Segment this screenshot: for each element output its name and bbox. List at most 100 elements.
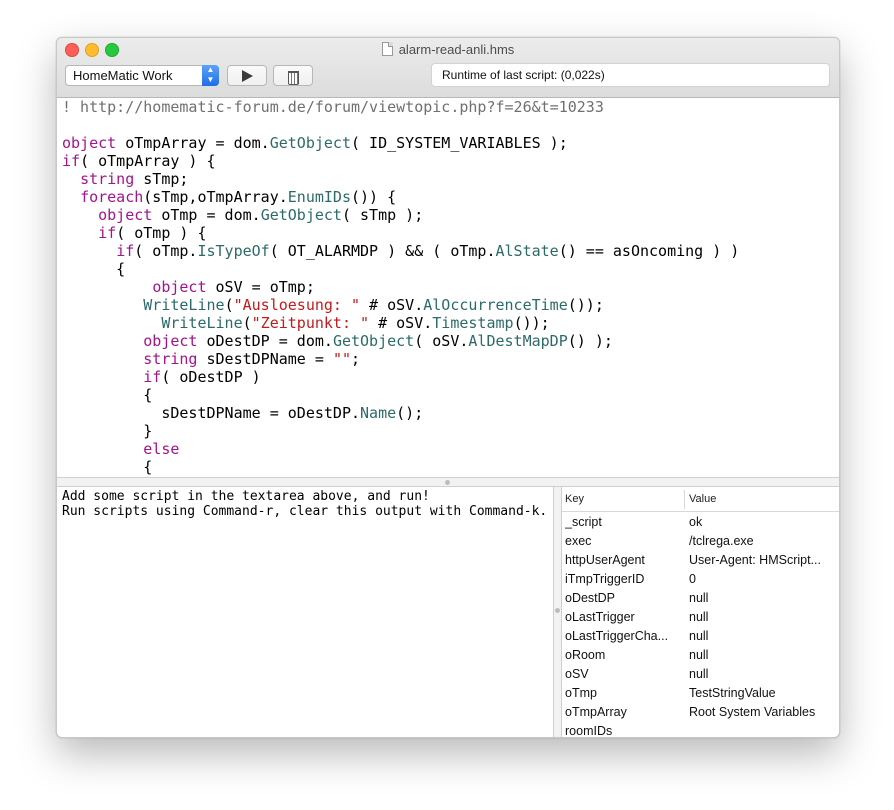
- code-line: WriteLine("Zeitpunkt: " # oSV.Timestamp(…: [62, 314, 839, 332]
- code-token: ( oSV.: [414, 332, 469, 350]
- variable-value: null: [689, 610, 709, 624]
- table-row[interactable]: roomIDs: [562, 722, 839, 737]
- table-row[interactable]: iTmpTriggerID 0: [562, 570, 839, 589]
- code-token: () == asOncoming ) ): [558, 242, 740, 260]
- code-token: {: [62, 260, 126, 278]
- trash-icon: [287, 71, 299, 85]
- code-token: sDestDPName =: [197, 350, 333, 368]
- code-token: ! http://homematic-forum.de/forum/viewto…: [62, 98, 604, 116]
- server-select-value: HomeMatic Work: [73, 68, 173, 83]
- code-line: if( oDestDP ): [62, 368, 839, 386]
- vertical-split-handle[interactable]: [553, 487, 562, 737]
- split-grip-icon: [445, 480, 450, 485]
- code-token: oTmp = dom.: [152, 206, 261, 224]
- run-script-button[interactable]: [227, 65, 267, 86]
- server-select[interactable]: HomeMatic Work ▲ ▼: [65, 65, 219, 86]
- script-window: alarm-read-anli.hms HomeMatic Work ▲ ▼ Ru…: [56, 37, 840, 738]
- runtime-status-field: Runtime of last script: (0,022s): [431, 63, 830, 87]
- code-token: ();: [396, 404, 424, 422]
- output-line: Add some script in the textarea above, a…: [62, 489, 430, 504]
- code-token: ( OT_ALARMDP ) && ( oTmp.: [269, 242, 496, 260]
- window-title: alarm-read-anli.hms: [57, 42, 839, 57]
- code-token: "Ausloesung: ": [233, 296, 361, 314]
- code-token: {: [62, 458, 153, 476]
- code-line: ! http://homematic-forum.de/forum/viewto…: [62, 98, 839, 116]
- code-token: Name: [360, 404, 397, 422]
- document-icon: [381, 42, 393, 56]
- code-line: if( oTmpArray ) {: [62, 152, 839, 170]
- code-token: # oSV.: [360, 296, 424, 314]
- code-token: Timestamp: [432, 314, 514, 332]
- variable-value: Root System Variables: [689, 705, 816, 719]
- table-row[interactable]: exec/tclrega.exe: [562, 532, 839, 551]
- code-line: object oDestDP = dom.GetObject( oSV.AlDe…: [62, 332, 839, 350]
- code-token: ()) {: [351, 188, 397, 206]
- code-token: ());: [567, 296, 604, 314]
- code-token: if: [98, 224, 117, 242]
- code-line: {: [62, 260, 839, 278]
- script-code: ! http://homematic-forum.de/forum/viewto…: [57, 98, 839, 477]
- table-row[interactable]: oDestDP null: [562, 589, 839, 608]
- output-line: Run scripts using Command-r, clear this …: [62, 504, 548, 519]
- code-token: ( ID_SYSTEM_VARIABLES );: [351, 134, 568, 152]
- code-token: oDestDP = dom.: [197, 332, 333, 350]
- output-console[interactable]: Add some script in the textarea above, a…: [57, 487, 553, 737]
- code-token: IsTypeOf: [197, 242, 270, 260]
- code-token: AlOccurrenceTime: [423, 296, 568, 314]
- code-token: (sTmp,oTmpArray.: [143, 188, 288, 206]
- code-token: WriteLine: [143, 296, 225, 314]
- code-line: object oSV = oTmp;: [62, 278, 839, 296]
- table-row[interactable]: oLastTrigger null: [562, 608, 839, 627]
- variables-table[interactable]: Key Value _script ok exec/tclrega.exe httpU…: [562, 487, 839, 737]
- script-editor[interactable]: ! http://homematic-forum.de/forum/viewto…: [57, 98, 839, 477]
- horizontal-split-handle[interactable]: [57, 477, 839, 487]
- runtime-status-text: Runtime of last script: (0,022s): [442, 68, 605, 82]
- code-line: sDestDPName = oDestDP.Name();: [62, 404, 839, 422]
- code-line: object oTmp = dom.GetObject( sTmp );: [62, 206, 839, 224]
- variable-value: /tclrega.exe: [689, 534, 754, 548]
- table-row[interactable]: _script ok: [562, 513, 839, 532]
- code-token: if: [62, 152, 81, 170]
- clear-output-button[interactable]: [273, 65, 313, 86]
- code-token: ;: [351, 350, 361, 368]
- code-token: object: [143, 332, 198, 350]
- value-column-header[interactable]: Value: [689, 493, 716, 505]
- table-row[interactable]: oTmp TestStringValue: [562, 684, 839, 703]
- code-token: WriteLine: [161, 314, 243, 332]
- code-line: }: [62, 422, 839, 440]
- code-token: string: [80, 170, 135, 188]
- code-token: string: [143, 350, 198, 368]
- table-row[interactable]: oTmpArray Root System Variables: [562, 703, 839, 722]
- variable-key: oSV: [565, 667, 589, 681]
- code-token: ( oTmp ) {: [116, 224, 207, 242]
- variable-key: exec: [565, 534, 592, 548]
- table-row[interactable]: httpUserAgent User-Agent: HMScript...: [562, 551, 839, 570]
- code-line: {: [62, 386, 839, 404]
- table-row[interactable]: oLastTriggerCha... null: [562, 627, 839, 646]
- code-token: sTmp;: [134, 170, 189, 188]
- key-column-header[interactable]: Key: [565, 493, 584, 505]
- table-row[interactable]: oRoom null: [562, 646, 839, 665]
- code-token: if: [143, 368, 162, 386]
- table-row[interactable]: oSV null: [562, 665, 839, 684]
- variable-key: roomIDs: [565, 724, 613, 737]
- variable-key: oTmpArray: [565, 705, 627, 719]
- variable-key: oDestDP: [565, 591, 616, 605]
- variable-key: iTmpTriggerID: [565, 572, 645, 586]
- column-divider[interactable]: [684, 490, 685, 509]
- title-bar: alarm-read-anli.hms HomeMatic Work ▲ ▼ Ru…: [57, 38, 839, 98]
- variable-key: oTmp: [565, 686, 597, 700]
- code-token: AlState: [495, 242, 559, 260]
- code-token: "": [332, 350, 351, 368]
- code-line: else: [62, 440, 839, 458]
- code-token: object: [62, 134, 117, 152]
- code-token: GetObject: [260, 206, 342, 224]
